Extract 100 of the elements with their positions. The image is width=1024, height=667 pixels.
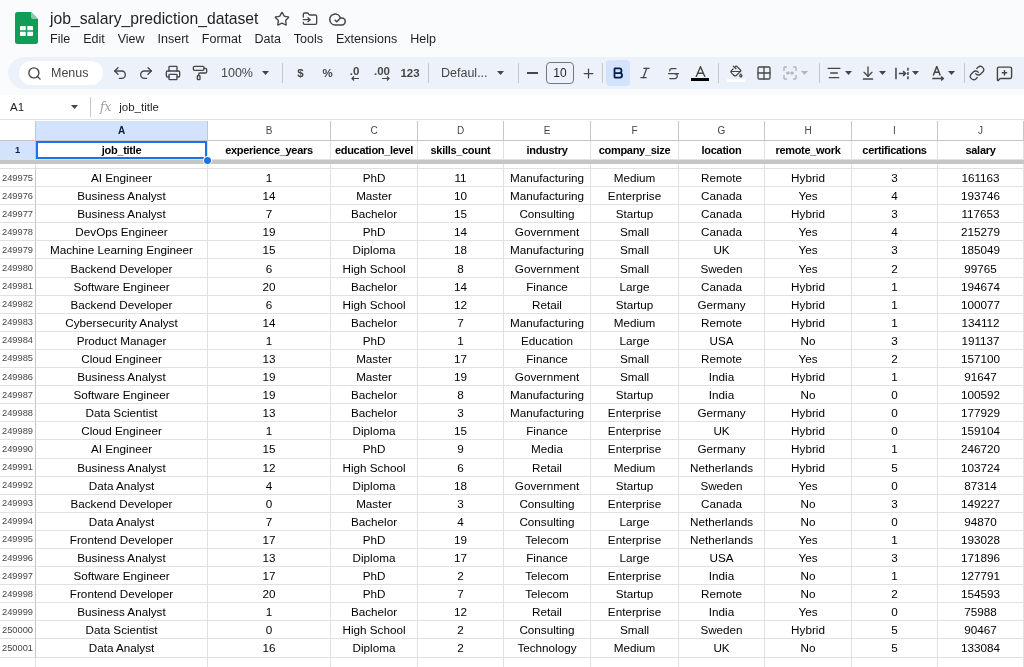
table-cell: DevOps Engineer [36, 223, 208, 242]
column-header[interactable]: F [591, 121, 679, 141]
number-format-button[interactable]: % [314, 60, 341, 86]
column-header[interactable]: H [765, 121, 852, 141]
table-cell: 1 [418, 331, 504, 350]
table-cell: Manufacturing [504, 386, 591, 405]
table-cell: No [765, 494, 852, 513]
table-cell: Yes [765, 476, 852, 495]
row-number[interactable]: 249990 [0, 440, 36, 459]
column-header[interactable]: A [36, 121, 208, 141]
row-number[interactable]: 249979 [0, 241, 36, 260]
menu-item[interactable]: Edit [76, 31, 112, 47]
table-cell: Enterprise [591, 494, 679, 513]
table-cell: 91647 [938, 368, 1024, 387]
table-cell: Diploma [331, 422, 418, 441]
bold-button[interactable] [606, 60, 630, 86]
table-cell: Yes [765, 259, 852, 278]
font-dropdown[interactable]: Defaul... [433, 60, 510, 86]
row-number[interactable]: 249975 [0, 169, 36, 188]
table-cell: 6 [208, 295, 331, 314]
menu-item[interactable]: Extensions [329, 31, 404, 47]
table-cell: Master [331, 187, 418, 206]
row-number[interactable]: 249978 [0, 223, 36, 242]
row-number[interactable]: 249977 [0, 205, 36, 224]
document-title[interactable]: job_salary_prediction_dataset [50, 10, 259, 28]
menu-item[interactable]: Tools [287, 31, 330, 47]
table-cell: 16 [208, 639, 331, 658]
table-cell: 1 [852, 368, 938, 387]
row-number[interactable]: 249987 [0, 386, 36, 405]
caret-icon [497, 71, 504, 75]
table-cell: Telecom [504, 530, 591, 549]
menu-item[interactable]: Insert [151, 31, 196, 47]
spreadsheet-logo[interactable] [15, 12, 38, 44]
column-header[interactable]: J [938, 121, 1024, 141]
minus-icon [526, 72, 538, 74]
name-box[interactable]: A1 [4, 96, 84, 118]
table-cell: Bachelor [331, 512, 418, 531]
table-cell: Diploma [331, 476, 418, 495]
table-cell: No [765, 331, 852, 350]
strikethrough-icon [665, 65, 681, 81]
table-cell: Netherlands [679, 530, 765, 549]
column-header[interactable]: C [331, 121, 418, 141]
caret-icon [71, 105, 78, 109]
row-number[interactable]: 1 [0, 141, 36, 160]
table-cell: Diploma [331, 241, 418, 260]
row-number[interactable]: 249999 [0, 603, 36, 622]
number-format-button[interactable]: $ [287, 60, 314, 86]
table-cell: 19 [208, 368, 331, 387]
column-header[interactable]: D [418, 121, 504, 141]
table-cell: Startup [591, 205, 679, 224]
table-cell: 1 [208, 422, 331, 441]
row-number[interactable]: 249988 [0, 404, 36, 423]
table-cell: 7 [418, 313, 504, 332]
menu-item[interactable]: File [43, 31, 77, 47]
table-cell: Data Analyst [36, 476, 208, 495]
table-cell: No [765, 512, 852, 531]
table-cell: 154593 [938, 585, 1024, 604]
number-format-button[interactable]: .00 [368, 60, 396, 86]
row-number[interactable]: 250000 [0, 621, 36, 640]
table-cell: Bachelor [331, 313, 418, 332]
column-header[interactable]: B [208, 121, 331, 141]
table-cell: Manufacturing [504, 169, 591, 188]
row-number[interactable]: 249997 [0, 567, 36, 586]
function-label: fx [100, 100, 112, 114]
number-format-button[interactable]: 123 [396, 60, 424, 86]
text-rotation-icon [931, 65, 945, 81]
table-cell: Enterprise [591, 530, 679, 549]
row-number[interactable]: 249980 [0, 259, 36, 278]
table-cell: 7 [208, 205, 331, 224]
menu-item[interactable]: Help [403, 31, 443, 47]
table-cell: 159104 [938, 422, 1024, 441]
row-number[interactable]: 250001 [0, 639, 36, 658]
column-header[interactable]: I [852, 121, 938, 141]
table-cell: Remote [679, 169, 765, 188]
table-cell: 1 [852, 313, 938, 332]
row-number[interactable]: 249986 [0, 368, 36, 387]
table-cell: 19 [418, 368, 504, 387]
column-header[interactable]: G [679, 121, 765, 141]
menu-item[interactable]: Data [247, 31, 288, 47]
row-number[interactable]: 249989 [0, 422, 36, 441]
number-format-button[interactable]: .0 [341, 60, 368, 86]
formula-field[interactable]: job_title [119, 96, 1024, 118]
fill-handle[interactable] [204, 157, 211, 164]
font-size-field[interactable]: 10 [546, 62, 574, 84]
menu-item[interactable]: View [111, 31, 152, 47]
row-number[interactable]: 249998 [0, 585, 36, 604]
table-cell: 13 [208, 548, 331, 568]
table-cell: Backend Developer [36, 295, 208, 314]
table-cell: Cloud Engineer [36, 349, 208, 369]
menu-item[interactable]: Format [195, 31, 248, 47]
zoom-dropdown[interactable]: 100% [213, 60, 275, 86]
table-cell: 3 [852, 205, 938, 224]
table-cell: Manufacturing [504, 404, 591, 423]
menu-search-button[interactable]: Menus [19, 61, 103, 85]
table-cell: Consulting [504, 512, 591, 531]
row-number[interactable]: 249976 [0, 187, 36, 206]
table-cell: Large [591, 331, 679, 350]
table-cell: Hybrid [765, 621, 852, 640]
table-cell: Retail [504, 295, 591, 314]
column-header[interactable]: E [504, 121, 591, 141]
